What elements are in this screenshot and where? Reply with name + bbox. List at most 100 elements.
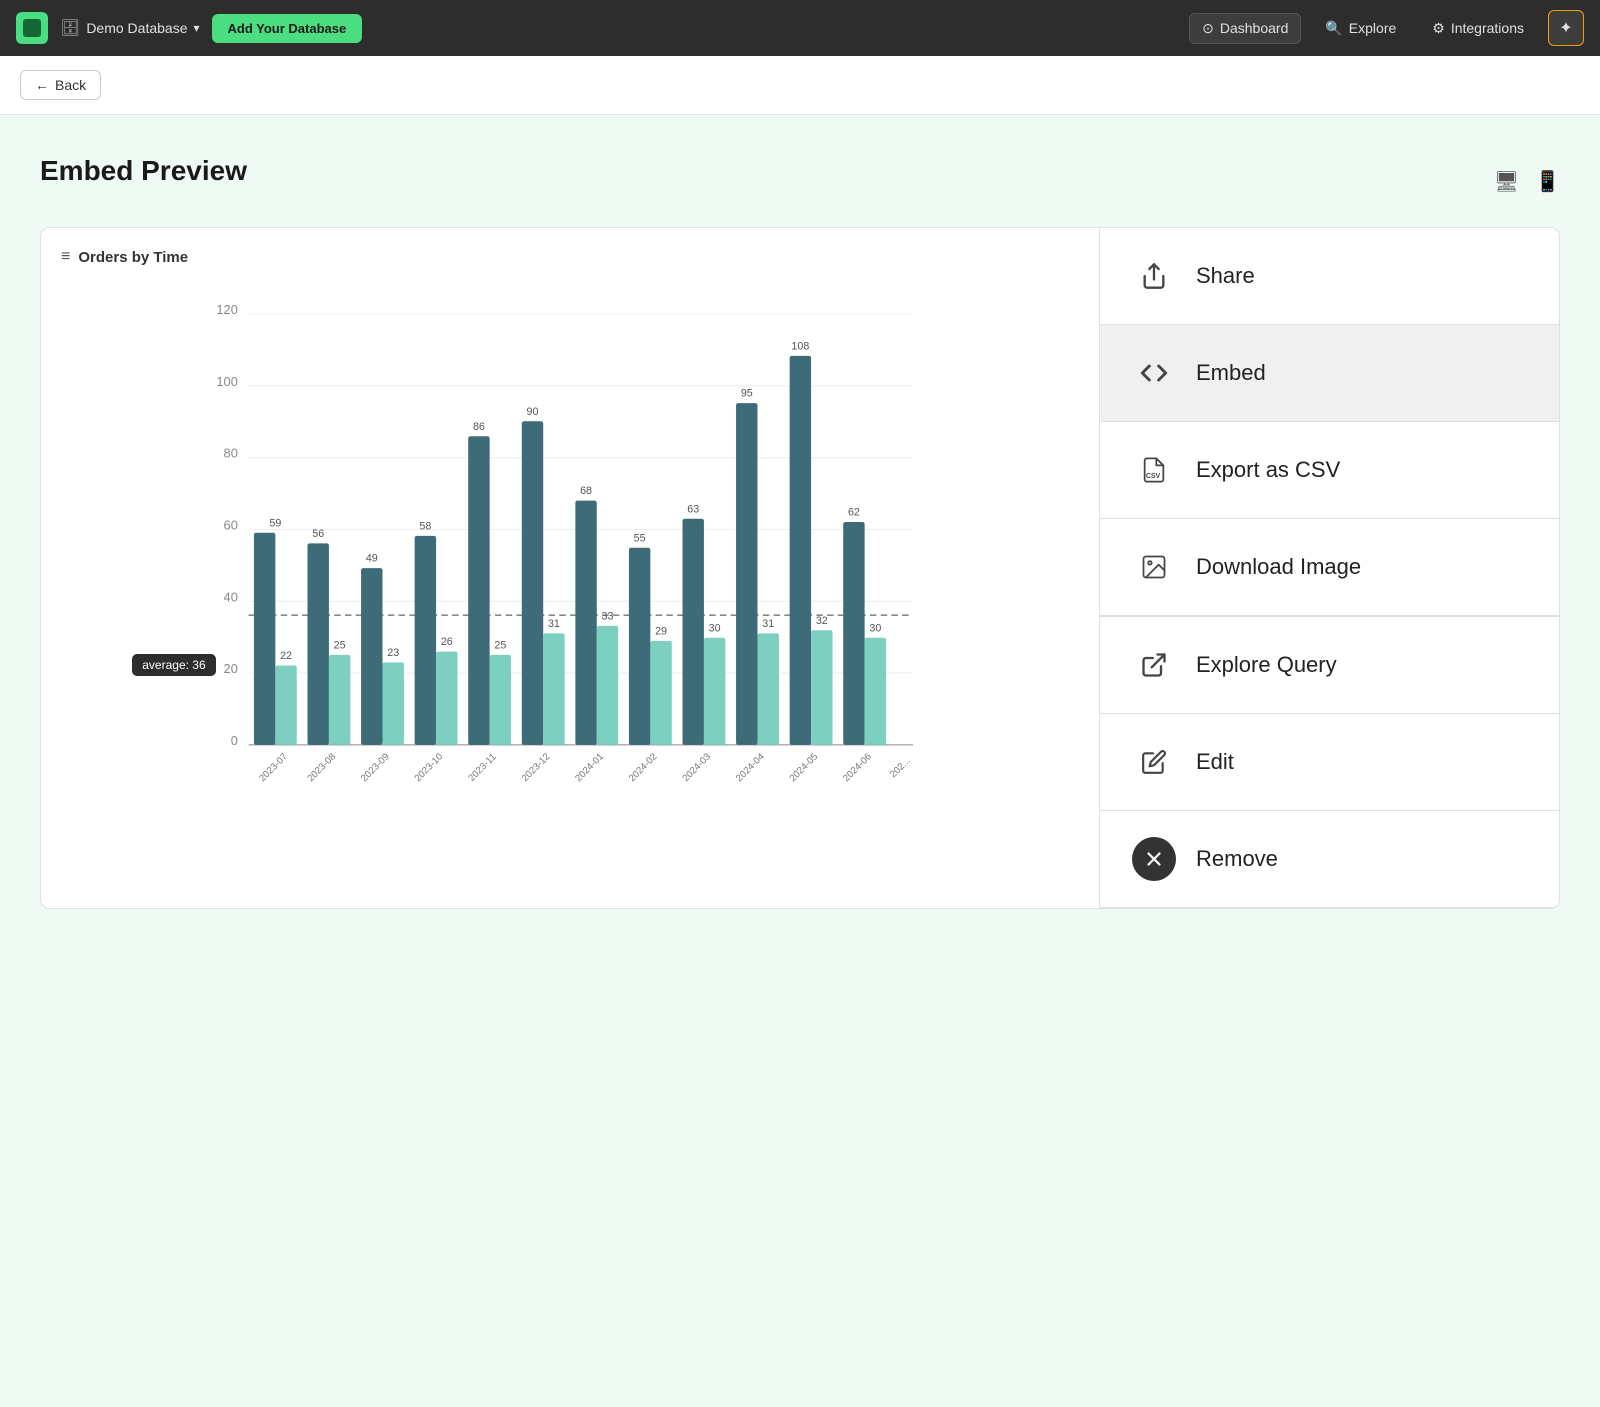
- svg-text:2023-08: 2023-08: [305, 751, 338, 784]
- remove-icon: [1132, 837, 1176, 881]
- svg-text:30: 30: [709, 622, 721, 634]
- svg-text:62: 62: [848, 507, 860, 519]
- share-label: Share: [1196, 263, 1255, 289]
- svg-text:80: 80: [224, 446, 238, 461]
- svg-text:202...: 202...: [888, 755, 913, 780]
- explore-query-action[interactable]: Explore Query: [1100, 617, 1559, 714]
- dashboard-label: Dashboard: [1220, 20, 1289, 36]
- chart-area: ≡ Orders by Time 120 100 80 60 40 20 0: [41, 228, 1099, 908]
- svg-text:30: 30: [869, 622, 881, 634]
- db-name: Demo Database: [86, 20, 187, 36]
- svg-text:59: 59: [269, 517, 281, 529]
- embed-label: Embed: [1196, 360, 1266, 386]
- back-bar: ← Back: [0, 56, 1600, 115]
- add-database-button[interactable]: Add Your Database: [212, 14, 363, 43]
- explore-icon: 🔍: [1325, 20, 1342, 37]
- mobile-view-button[interactable]: 📱: [1535, 169, 1560, 194]
- svg-text:26: 26: [441, 636, 453, 648]
- remove-label: Remove: [1196, 846, 1278, 872]
- svg-text:100: 100: [216, 374, 237, 389]
- svg-text:32: 32: [816, 615, 828, 627]
- back-button[interactable]: ← Back: [20, 70, 101, 100]
- svg-text:120: 120: [216, 302, 237, 317]
- back-arrow-icon: ←: [35, 77, 49, 93]
- nav-explore-button[interactable]: 🔍 Explore: [1313, 14, 1408, 43]
- chart-title-row: ≡ Orders by Time: [61, 248, 1079, 266]
- edit-action[interactable]: Edit: [1100, 714, 1559, 811]
- svg-text:68: 68: [580, 485, 592, 497]
- embed-action[interactable]: Embed: [1100, 325, 1559, 422]
- remove-action[interactable]: Remove: [1100, 811, 1559, 908]
- explore-query-icon: [1132, 643, 1176, 687]
- svg-text:2024-03: 2024-03: [680, 751, 713, 784]
- share-action[interactable]: Share: [1100, 228, 1559, 325]
- svg-text:49: 49: [366, 553, 378, 565]
- svg-text:20: 20: [224, 661, 238, 676]
- svg-text:2023-12: 2023-12: [520, 751, 553, 784]
- svg-text:2023-10: 2023-10: [413, 751, 446, 784]
- svg-text:0: 0: [231, 733, 238, 748]
- chart-and-menu: ≡ Orders by Time 120 100 80 60 40 20 0: [40, 227, 1560, 909]
- svg-text:2024-06: 2024-06: [841, 751, 874, 784]
- download-image-icon: [1132, 545, 1176, 589]
- svg-text:31: 31: [548, 618, 560, 630]
- svg-text:95: 95: [741, 388, 753, 400]
- db-chevron-icon: ▾: [193, 21, 199, 35]
- integrations-label: Integrations: [1451, 20, 1524, 36]
- chart-type-icon: ≡: [61, 248, 70, 266]
- svg-text:2024-01: 2024-01: [573, 751, 606, 784]
- sparkle-icon: ✦: [1559, 18, 1572, 38]
- edit-icon: [1132, 740, 1176, 784]
- svg-text:86: 86: [473, 421, 485, 433]
- svg-text:33: 33: [602, 611, 614, 623]
- download-image-action[interactable]: Download Image: [1100, 519, 1559, 616]
- db-selector[interactable]: 🗄 Demo Database ▾: [60, 18, 200, 38]
- db-icon: 🗄: [60, 18, 80, 38]
- svg-text:90: 90: [527, 406, 539, 418]
- action-menu: Share Embed: [1099, 228, 1559, 908]
- svg-text:2024-02: 2024-02: [627, 751, 660, 784]
- svg-text:25: 25: [334, 639, 346, 651]
- nav-dashboard-button[interactable]: ⊙ Dashboard: [1189, 13, 1301, 44]
- embed-preview-title: Embed Preview: [40, 155, 247, 187]
- main-content: Embed Preview 🖥 📱 ≡ Orders by Time: [0, 115, 1600, 1407]
- export-csv-label: Export as CSV: [1196, 457, 1340, 483]
- desktop-view-button[interactable]: 🖥: [1494, 169, 1519, 194]
- embed-preview-card: Embed Preview 🖥 📱 ≡ Orders by Time: [20, 135, 1580, 929]
- svg-text:63: 63: [687, 503, 699, 515]
- svg-text:31: 31: [762, 618, 774, 630]
- svg-text:23: 23: [387, 647, 399, 659]
- nav-integrations-button[interactable]: ⚙ Integrations: [1420, 14, 1536, 43]
- export-csv-action[interactable]: CSV Export as CSV: [1100, 422, 1559, 519]
- svg-text:2023-07: 2023-07: [257, 751, 290, 784]
- topnav: 🗄 Demo Database ▾ Add Your Database ⊙ Da…: [0, 0, 1600, 56]
- preview-view-toggles: 🖥 📱: [1494, 169, 1560, 194]
- svg-text:55: 55: [634, 532, 646, 544]
- app-logo: [16, 12, 48, 44]
- desktop-icon: 🖥: [1494, 171, 1519, 193]
- svg-text:108: 108: [791, 341, 809, 353]
- dashboard-icon: ⊙: [1202, 20, 1214, 37]
- svg-text:2023-09: 2023-09: [359, 751, 392, 784]
- explore-label: Explore: [1349, 20, 1396, 36]
- svg-text:2024-04: 2024-04: [734, 751, 767, 784]
- svg-text:60: 60: [224, 518, 238, 533]
- svg-text:CSV: CSV: [1146, 473, 1161, 480]
- back-label: Back: [55, 77, 86, 93]
- embed-icon: [1132, 351, 1176, 395]
- download-image-label: Download Image: [1196, 554, 1361, 580]
- mobile-icon: 📱: [1535, 171, 1560, 193]
- svg-text:58: 58: [419, 521, 431, 533]
- chart-wrap: 120 100 80 60 40 20 0: [61, 282, 1079, 882]
- share-icon: [1132, 254, 1176, 298]
- svg-text:22: 22: [280, 650, 292, 662]
- svg-text:29: 29: [655, 626, 667, 638]
- svg-text:2023-11: 2023-11: [466, 752, 498, 784]
- bar-chart-svg: 120 100 80 60 40 20 0: [61, 282, 1079, 882]
- chart-title: Orders by Time: [78, 249, 188, 266]
- svg-text:2024-05: 2024-05: [788, 751, 821, 784]
- edit-label: Edit: [1196, 749, 1234, 775]
- sparkle-button[interactable]: ✦: [1548, 10, 1584, 46]
- integrations-icon: ⚙: [1432, 20, 1445, 37]
- svg-text:40: 40: [224, 589, 238, 604]
